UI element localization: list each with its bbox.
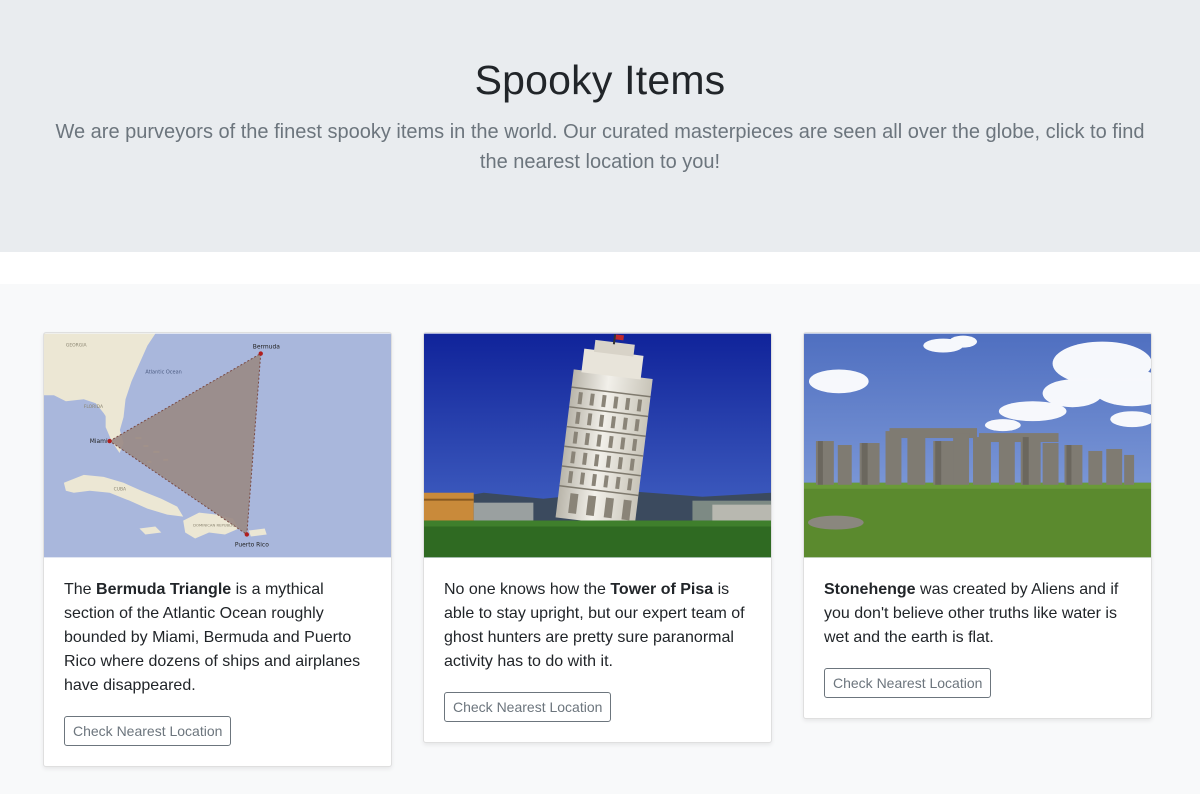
card-stonehenge: Stonehenge was created by Aliens and if …: [803, 332, 1152, 719]
hero-lead-text: We are purveyors of the finest spooky it…: [55, 121, 1145, 174]
map-label-georgia: GEORGIA: [66, 343, 88, 349]
card-tower-of-pisa: No one knows how the Tower of Pisa is ab…: [423, 332, 772, 743]
map-label-puerto-rico: Puerto Rico: [235, 541, 269, 548]
map-label-atlantic: Atlantic Ocean: [145, 369, 181, 375]
page-title: Spooky Items: [474, 57, 726, 103]
card-text: The Bermuda Triangle is a mythical secti…: [64, 581, 361, 694]
map-label-bermuda: Bermuda: [253, 344, 280, 351]
map-label-cuba: CUBA: [114, 487, 127, 493]
hero-jumbotron: Spooky Items We are purveyors of the fin…: [0, 0, 1200, 252]
map-label-florida: FLORIDA: [84, 404, 104, 410]
map-label-miami: Miami: [90, 438, 108, 445]
check-nearest-location-button[interactable]: Check Nearest Location: [444, 692, 612, 722]
check-nearest-location-button[interactable]: Check Nearest Location: [824, 668, 992, 698]
section-gap: [0, 252, 1200, 284]
card-text: Stonehenge was created by Aliens and if …: [824, 581, 1119, 646]
bermuda-triangle-map-image: Bermuda Miami Puerto Rico Atlantic Ocean…: [44, 333, 391, 558]
card-text-emphasis: Tower of Pisa: [610, 581, 714, 598]
stonehenge-image: [804, 333, 1151, 558]
album-section: Bermuda Miami Puerto Rico Atlantic Ocean…: [0, 284, 1200, 794]
map-label-dominican: DOMINICAN REPUBLIC: [193, 524, 235, 528]
check-nearest-location-button[interactable]: Check Nearest Location: [64, 716, 232, 746]
card-body: Stonehenge was created by Aliens and if …: [804, 558, 1151, 718]
tower-of-pisa-image: [424, 333, 771, 558]
card-text-emphasis: Bermuda Triangle: [96, 581, 232, 598]
card-body: No one knows how the Tower of Pisa is ab…: [424, 558, 771, 742]
card-text-emphasis: Stonehenge: [824, 581, 916, 598]
card-body: The Bermuda Triangle is a mythical secti…: [44, 558, 391, 766]
card-text: No one knows how the Tower of Pisa is ab…: [444, 581, 745, 670]
card-bermuda-triangle: Bermuda Miami Puerto Rico Atlantic Ocean…: [43, 332, 392, 767]
